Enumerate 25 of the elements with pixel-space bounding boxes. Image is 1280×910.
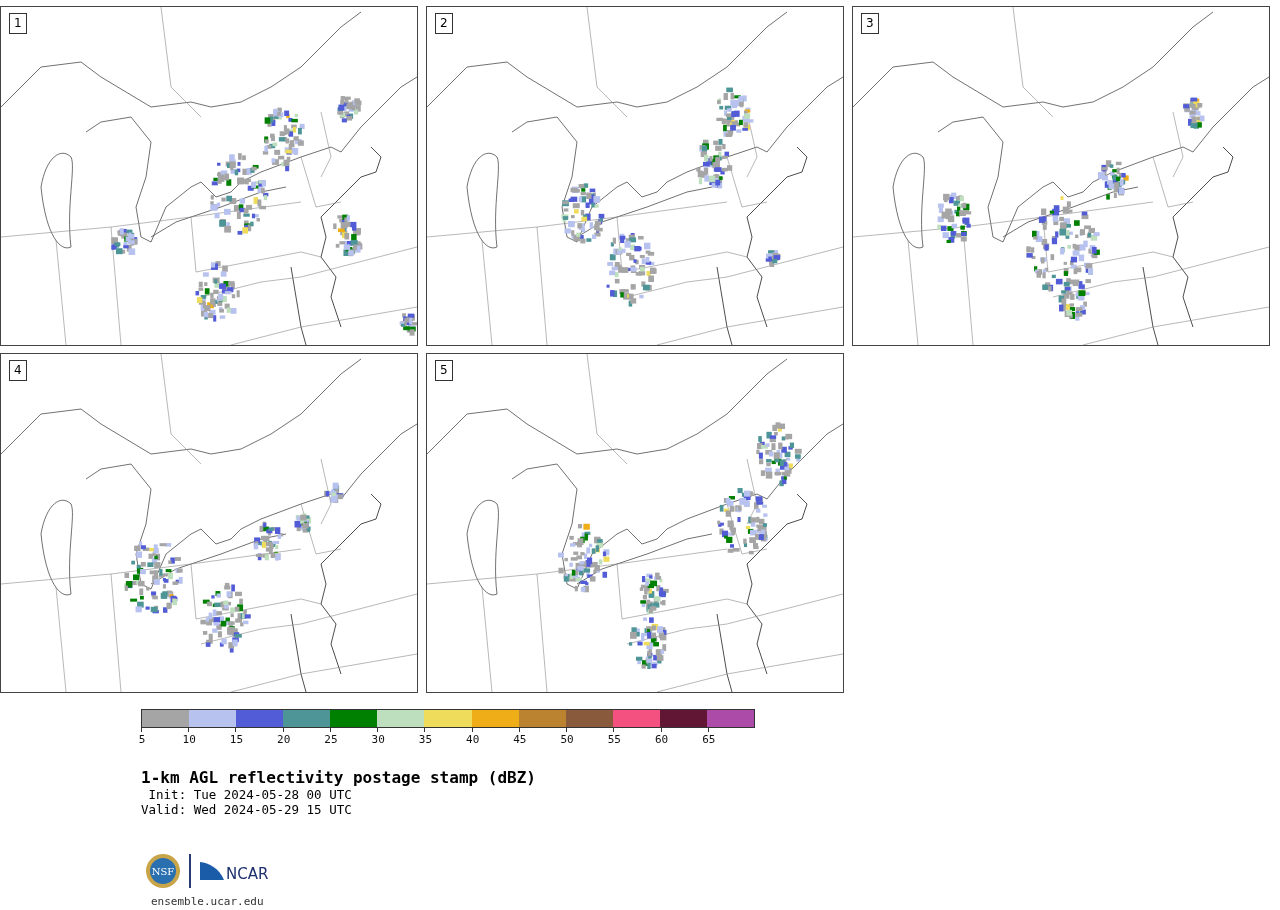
nsf-logo: NSF [145,853,181,889]
tick-label: 40 [466,733,480,746]
tick-label: 30 [371,733,385,746]
tick-label: 15 [229,733,244,746]
tick-label: 10 [182,733,196,746]
tick-label: 50 [560,733,574,746]
tick-label: 5 [138,733,146,746]
tick-label: 20 [277,733,291,746]
site-url: ensemble.ucar.edu [151,895,265,908]
tick-label: 45 [513,733,527,746]
ncar-logo: NCAR [199,860,273,882]
divider-line [189,854,191,888]
init-time: Init: Tue 2024-05-28 00 UTC [147,787,353,802]
chart-title: 1-km AGL reflectivity postage stamp (dBZ) [141,768,537,787]
valid-time: Valid: Wed 2024-05-29 15 UTC [141,802,353,817]
panel-number: 2 [435,13,453,34]
panel-number: 3 [861,13,879,34]
tick-label: 35 [418,733,433,746]
panel-number: 4 [9,360,27,381]
tick-label: 65 [702,733,716,746]
tick-label: 25 [324,733,338,746]
tick-label: 60 [654,733,669,746]
panel-number: 5 [435,360,453,381]
tick-label: 55 [607,733,621,746]
panel-number: 1 [9,13,27,34]
